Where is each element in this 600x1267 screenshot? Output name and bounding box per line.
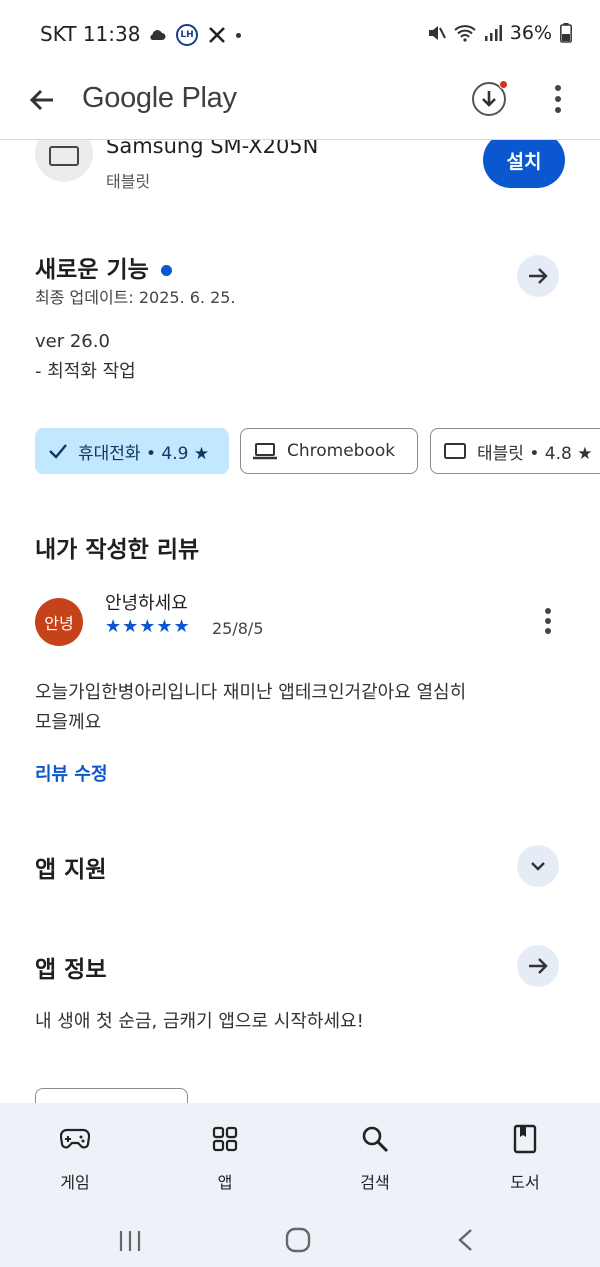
chip-phone-label: 휴대전화 • 4.9 ★ [78, 443, 210, 464]
app-info-arrow-button[interactable] [517, 945, 559, 987]
lh-app-icon: LH [176, 24, 198, 46]
arrow-forward-icon [529, 958, 548, 974]
google-play-logo: Google Play [82, 82, 237, 114]
bottom-navigation: 게임 앱 검색 도서 [0, 1103, 600, 1267]
nav-games-label: 게임 [60, 1173, 90, 1192]
review-text-line-1: 오늘가입한병아리입니다 재미난 앱테크인거같아요 열심히 [35, 682, 467, 703]
book-icon [513, 1124, 537, 1154]
avatar: 안녕 [35, 598, 83, 646]
recent-apps-icon[interactable] [118, 1229, 142, 1253]
apps-grid-icon [212, 1126, 238, 1152]
nav-search-label: 검색 [360, 1173, 390, 1192]
tablet-icon [444, 443, 466, 459]
signal-icon [484, 25, 502, 41]
battery-percent: 36% [509, 22, 552, 44]
battery-icon [560, 23, 572, 43]
chevron-down-icon [531, 862, 545, 871]
status-system-icons: 36% [426, 22, 572, 44]
laptop-icon [253, 443, 277, 460]
review-more-icon[interactable] [544, 608, 552, 634]
x-app-icon [209, 27, 225, 43]
wifi-icon [454, 25, 476, 42]
chip-tablet[interactable]: 태블릿 • 4.8 ★ [430, 428, 600, 474]
more-notifications-dot [236, 32, 241, 38]
new-indicator-dot [160, 265, 172, 276]
nav-books-label: 도서 [510, 1173, 540, 1192]
status-bar: SKT 11:38 LH 36% [0, 0, 600, 70]
notification-dot [499, 80, 508, 89]
edit-review-link[interactable]: 리뷰 수정 [35, 760, 108, 786]
whats-new-arrow-button[interactable] [517, 255, 559, 297]
device-name: Samsung SM-X205N [106, 140, 319, 158]
more-vert-icon[interactable] [554, 85, 562, 113]
mute-icon [428, 26, 446, 40]
check-icon [49, 444, 67, 459]
chip-chromebook[interactable]: Chromebook [240, 428, 418, 474]
review-author: 안녕하세요 [105, 593, 188, 614]
whats-new-title: 새로운 기능 [35, 250, 172, 284]
app-info-title: 앱 정보 [35, 957, 107, 983]
chip-phone[interactable]: 휴대전화 • 4.9 ★ [35, 428, 229, 474]
review-stars: ★★★★★ [105, 616, 191, 637]
chip-chromebook-label: Chromebook [287, 441, 396, 461]
tablet-device-icon [35, 140, 93, 182]
status-time: SKT 11:38 [40, 22, 141, 46]
nav-item-apps[interactable]: 앱 [175, 1119, 275, 1193]
review-date: 25/8/5 [212, 619, 264, 638]
app-support-expand-button[interactable] [517, 845, 559, 887]
gamepad-icon [60, 1128, 90, 1149]
version-text: ver 26.0 [35, 331, 110, 352]
last-updated: 최종 업데이트: 2025. 6. 25. [35, 288, 236, 307]
device-type: 태블릿 [106, 172, 151, 191]
cloud-icon [150, 30, 166, 40]
home-icon[interactable] [285, 1227, 311, 1253]
whats-new-title-text: 새로운 기능 [35, 257, 149, 283]
chip-tablet-label: 태블릿 • 4.8 ★ [477, 443, 593, 464]
status-notification-icons: LH [148, 24, 241, 46]
review-text-line-2: 모을께요 [35, 712, 102, 733]
nav-item-books[interactable]: 도서 [475, 1119, 575, 1193]
install-button[interactable]: 설치 [483, 132, 565, 188]
back-arrow-icon[interactable] [26, 84, 58, 116]
system-back-icon[interactable] [456, 1228, 476, 1252]
update-note: - 최적화 작업 [35, 361, 136, 382]
arrow-forward-icon [529, 268, 548, 284]
nav-apps-label: 앱 [217, 1173, 233, 1192]
download-icon[interactable] [472, 80, 508, 116]
app-info-description: 내 생애 첫 순금, 금캐기 앱으로 시작하세요! [35, 1011, 364, 1032]
app-support-title: 앱 지원 [35, 857, 107, 883]
search-icon [362, 1126, 389, 1153]
nav-item-search[interactable]: 검색 [325, 1119, 425, 1193]
nav-item-games[interactable]: 게임 [25, 1119, 125, 1193]
system-navigation-bar [0, 1215, 600, 1265]
my-review-title: 내가 작성한 리뷰 [35, 537, 200, 563]
top-app-bar: Google Play [0, 70, 600, 140]
